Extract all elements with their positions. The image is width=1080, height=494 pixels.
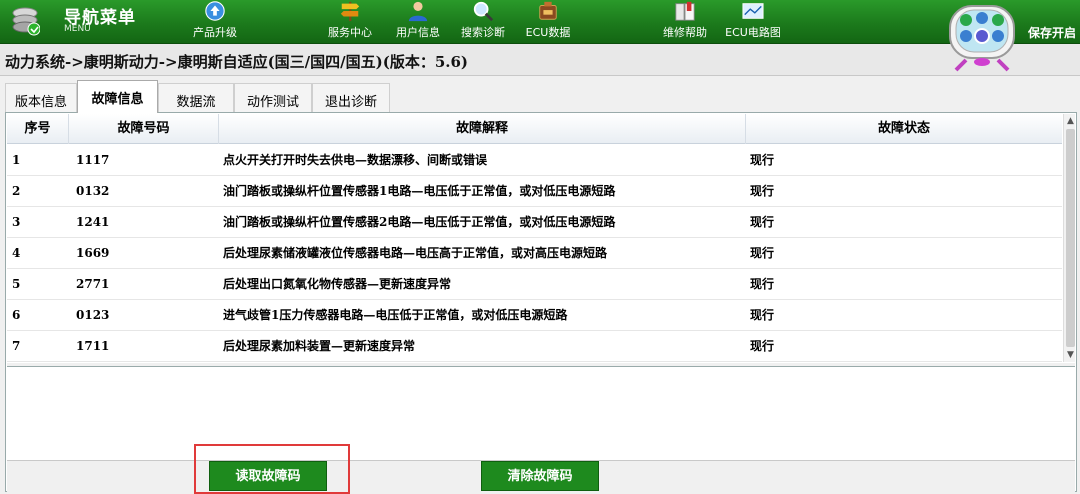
row-status: 现行	[750, 308, 775, 322]
ecu-chip-icon	[539, 1, 557, 20]
service-signpost-icon	[340, 1, 360, 22]
nav-item-label: 产品升级	[193, 26, 237, 39]
table-header: 序号 故障号码 故障解释 故障状态	[7, 114, 1062, 144]
row-code: 0123	[76, 308, 110, 322]
table-row[interactable]: 2 0132 油门踏板或操纵杆位置传感器1电路—电压低于正常值，或对低压电源短路…	[7, 176, 1062, 207]
fault-info-panel: 序号 故障号码 故障解释 故障状态 1 1117 点火开关打开时失去供电—数据漂…	[5, 112, 1077, 494]
circuit-diagram-icon	[742, 3, 764, 19]
column-header-code[interactable]: 故障号码	[69, 114, 219, 144]
nav-item-label: 维修帮助	[663, 26, 707, 39]
breadcrumb: 动力系统->康明斯动力->康明斯自适应(国三/国四/国五)(版本：5.6)	[0, 44, 1080, 76]
repair-book-icon	[675, 1, 695, 21]
row-status: 现行	[750, 215, 775, 229]
tab-action-test[interactable]: 动作测试	[234, 83, 312, 112]
column-header-description[interactable]: 故障解释	[219, 114, 746, 144]
column-header-status[interactable]: 故障状态	[746, 114, 1062, 144]
nav-item-user-info[interactable]: 用户信息	[390, 0, 446, 44]
table-row[interactable]: 6 0123 进气歧管1压力传感器电路—电压低于正常值，或对低压电源短路 现行	[7, 300, 1062, 331]
row-index: 7	[12, 339, 21, 353]
robot-assistant-icon[interactable]	[942, 0, 1022, 76]
row-status: 现行	[750, 277, 775, 291]
column-header-index[interactable]: 序号	[7, 114, 69, 144]
row-code: 1117	[76, 153, 110, 167]
tab-bar: 版本信息 故障信息 数据流 动作测试 退出诊断	[0, 76, 1080, 113]
tab-exit-diagnosis[interactable]: 退出诊断	[312, 83, 390, 112]
search-icon	[473, 1, 494, 22]
row-code: 1241	[76, 215, 110, 229]
tab-data-stream[interactable]: 数据流	[158, 83, 234, 112]
top-navigation-bar: 导航菜单 MENU 产品升级 服务中心 用户信息 搜索诊断 ECU数据 维修帮助…	[0, 0, 1080, 44]
row-description: 油门踏板或操纵杆位置传感器2电路—电压低于正常值，或对低压电源短路	[223, 215, 616, 229]
read-fault-code-button[interactable]: 读取故障码	[209, 461, 327, 491]
table-row[interactable]: 4 1669 后处理尿素储液罐液位传感器电路—电压高于正常值，或对高压电源短路 …	[7, 238, 1062, 269]
nav-item-ecu-circuit[interactable]: ECU电路图	[720, 0, 786, 44]
detail-area	[7, 366, 1075, 462]
row-description: 油门踏板或操纵杆位置传感器1电路—电压低于正常值，或对低压电源短路	[223, 184, 616, 198]
table-row[interactable]: 1 1117 点火开关打开时失去供电—数据漂移、间断或错误 现行	[7, 145, 1062, 176]
nav-item-ecu-data[interactable]: ECU数据	[520, 0, 576, 44]
row-index: 1	[12, 153, 21, 167]
row-code: 1669	[76, 246, 110, 260]
row-description: 进气歧管1压力传感器电路—电压低于正常值，或对低压电源短路	[223, 308, 568, 322]
row-description: 后处理尿素储液罐液位传感器电路—电压高于正常值，或对高压电源短路	[223, 246, 608, 260]
nav-item-service-center[interactable]: 服务中心	[322, 0, 378, 44]
row-description: 后处理尿素加料装置—更新速度异常	[223, 339, 416, 353]
table-row[interactable]: 7 1711 后处理尿素加料装置—更新速度异常 现行	[7, 331, 1062, 362]
nav-item-repair-help[interactable]: 维修帮助	[656, 0, 714, 44]
nav-item-upgrade[interactable]: 产品升级	[187, 0, 243, 44]
save-toggle-label[interactable]: 保存开启	[1028, 24, 1076, 41]
upgrade-globe-icon	[205, 1, 225, 21]
nav-item-label: ECU数据	[525, 26, 571, 39]
row-status: 现行	[750, 246, 775, 260]
row-index: 5	[12, 277, 21, 291]
row-description: 点火开关打开时失去供电—数据漂移、间断或错误	[223, 153, 488, 167]
nav-item-label: 搜索诊断	[461, 26, 505, 39]
row-description: 后处理出口氮氧化物传感器—更新速度异常	[223, 277, 452, 291]
menu-subtitle: MENU	[64, 24, 91, 34]
nav-item-label: 服务中心	[328, 26, 372, 39]
fault-code-table: 序号 故障号码 故障解释 故障状态 1 1117 点火开关打开时失去供电—数据漂…	[7, 114, 1075, 362]
row-code: 1711	[76, 339, 110, 353]
row-index: 2	[12, 184, 21, 198]
row-index: 6	[12, 308, 21, 322]
tab-version-info[interactable]: 版本信息	[5, 83, 77, 112]
nav-item-search-diagnosis[interactable]: 搜索诊断	[455, 0, 511, 44]
row-status: 现行	[750, 339, 775, 353]
clear-fault-code-button[interactable]: 清除故障码	[481, 461, 599, 491]
table-scrollbar[interactable]: ▲ ▼	[1063, 114, 1075, 362]
scroll-down-arrow-icon[interactable]: ▼	[1064, 348, 1075, 362]
row-index: 4	[12, 246, 21, 260]
row-status: 现行	[750, 184, 775, 198]
row-code: 2771	[76, 277, 110, 291]
table-row[interactable]: 3 1241 油门踏板或操纵杆位置传感器2电路—电压低于正常值，或对低压电源短路…	[7, 207, 1062, 238]
stack-menu-icon	[12, 7, 40, 36]
nav-item-label: ECU电路图	[725, 26, 781, 39]
scroll-up-arrow-icon[interactable]: ▲	[1064, 114, 1075, 128]
scrollbar-thumb[interactable]	[1066, 129, 1075, 347]
row-code: 0132	[76, 184, 110, 198]
nav-item-label: 用户信息	[396, 26, 440, 39]
row-index: 3	[12, 215, 21, 229]
navigation-menu-button[interactable]: 导航菜单 MENU	[8, 2, 148, 42]
tab-fault-info[interactable]: 故障信息	[77, 80, 158, 113]
user-icon	[408, 1, 428, 22]
row-status: 现行	[750, 153, 775, 167]
table-row[interactable]: 5 2771 后处理出口氮氧化物传感器—更新速度异常 现行	[7, 269, 1062, 300]
